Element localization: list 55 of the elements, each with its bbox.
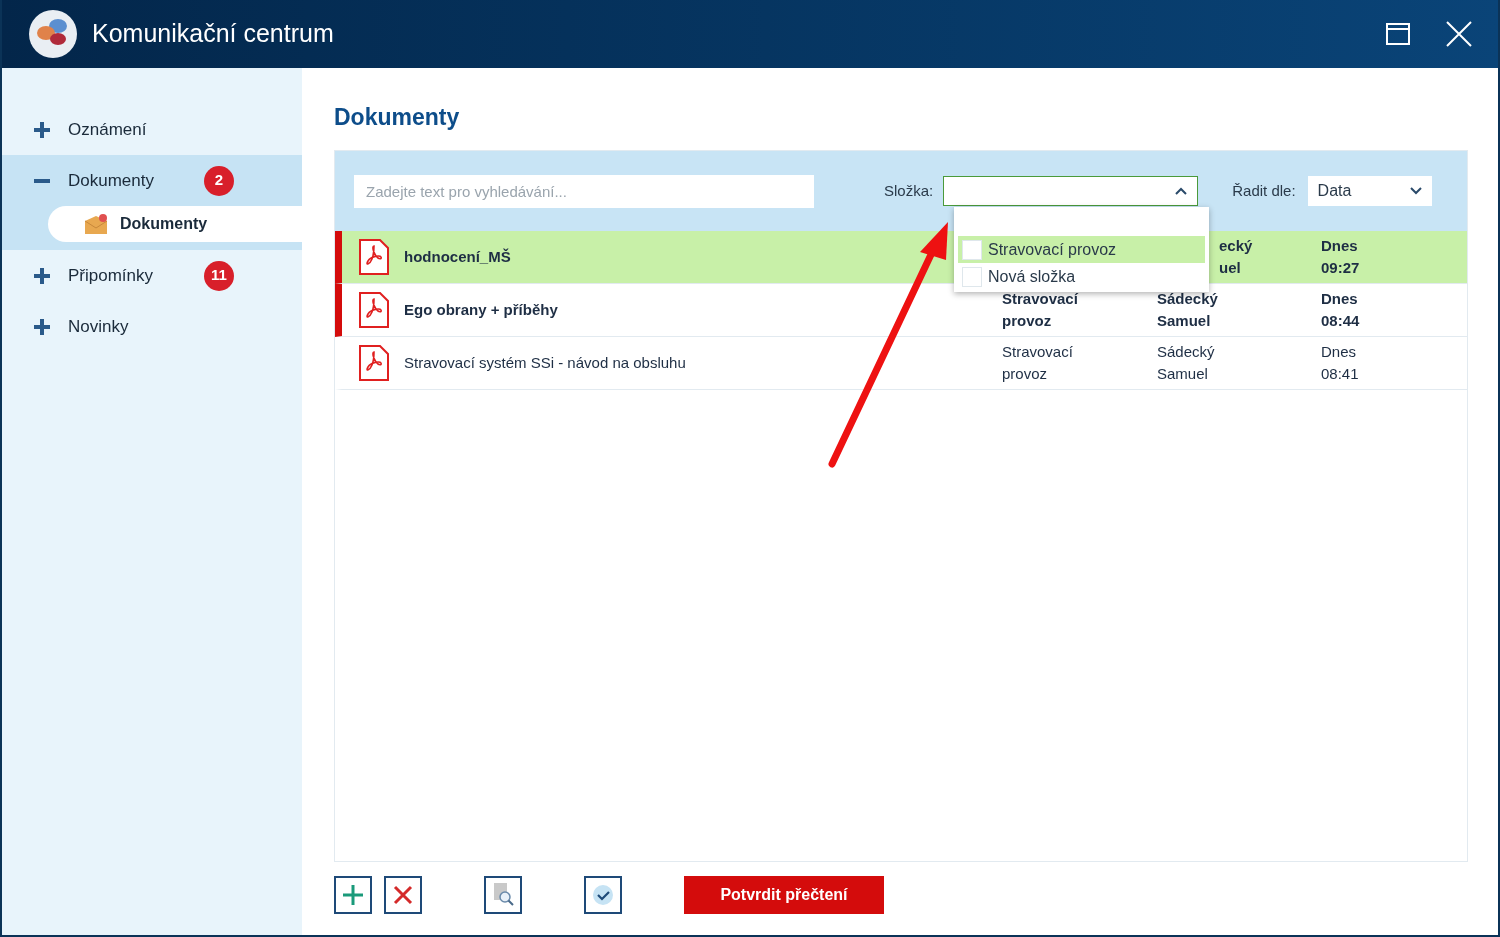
author-cell-text: Sádecký Samuel	[1157, 341, 1215, 384]
folder-label: Složka:	[884, 180, 934, 201]
window-title: Komunikační centrum	[92, 18, 334, 50]
folder-cell-text: Stravovací provoz	[1002, 288, 1078, 331]
date-cell-text: Dnes 09:27	[1321, 236, 1360, 278]
chat-bubbles-logo-icon	[28, 9, 78, 59]
close-icon[interactable]	[1446, 21, 1472, 47]
date-cell-text: Dnes 08:44	[1321, 289, 1360, 331]
document-name: Stravovací systém SSi - návod na obsluhu	[404, 353, 686, 371]
sort-dropdown[interactable]: Data	[1307, 176, 1432, 206]
plus-icon[interactable]	[34, 121, 50, 138]
folder-cell-text: Stravovací provoz	[1002, 341, 1073, 384]
page-title: Dokumenty	[334, 103, 461, 132]
maximize-icon[interactable]	[1386, 23, 1410, 45]
mark-read-button[interactable]	[584, 876, 622, 914]
sort-label: Řadit dle:	[1232, 180, 1296, 201]
sidebar-item[interactable]: Připomínky 11	[2, 250, 302, 301]
sidebar-label: Dokumenty	[68, 169, 155, 192]
document-name: Ego obrany + příběhy	[404, 300, 558, 318]
search-field[interactable]: Zadejte text pro vyhledávání...	[354, 174, 814, 208]
author-cell-text: ecký uel	[1219, 235, 1253, 278]
folder-dropdown[interactable]	[943, 176, 1199, 206]
sidebar-subitem[interactable]: Dokumenty	[48, 206, 302, 242]
pdf-file-icon	[358, 291, 390, 329]
sidebar-item[interactable]: Oznámení	[2, 104, 302, 155]
confirm-button[interactable]: Potvrdit přečtení	[684, 876, 884, 914]
count-badge: 2	[204, 165, 234, 196]
plus-icon[interactable]	[34, 318, 50, 335]
pdf-file-icon	[358, 344, 390, 382]
check-circle-icon	[592, 884, 614, 906]
envelope-icon	[84, 213, 108, 235]
close-icon	[393, 885, 413, 905]
delete-button[interactable]	[384, 876, 422, 914]
sidebar-item[interactable]: Dokumenty 2 Dokumenty	[2, 155, 302, 250]
document-name: hodnocení_MŠ	[404, 247, 511, 265]
pdf-file-icon	[358, 238, 390, 276]
plus-icon[interactable]	[34, 267, 50, 284]
document-row[interactable]: Ego obrany + příběhy Stravovací provoz Sádecký Samuel Dnes 08:44	[335, 284, 1467, 337]
author-cell-text: Sádecký Samuel	[1157, 288, 1218, 331]
preview-button[interactable]	[484, 876, 522, 914]
plus-icon	[342, 884, 364, 906]
sidebar-label: Připomínky	[68, 264, 155, 287]
option-checkbox[interactable]	[962, 266, 982, 287]
chevron-icon	[1409, 187, 1422, 195]
option-checkbox[interactable]	[962, 239, 982, 260]
count-badge: 11	[204, 260, 234, 291]
document-magnifier-icon	[491, 882, 515, 908]
sidebar-label: Oznámení	[68, 118, 148, 141]
add-button[interactable]	[334, 876, 372, 914]
chevron-icon	[1175, 187, 1188, 195]
sidebar-sublabel: Dokumenty	[120, 214, 208, 234]
date-cell-text: Dnes 08:41	[1321, 342, 1359, 384]
folder-option[interactable]: Stravovací provoz	[958, 236, 1205, 263]
sidebar-label: Novinky	[68, 315, 130, 338]
sidebar-item[interactable]: Novinky	[2, 301, 302, 352]
